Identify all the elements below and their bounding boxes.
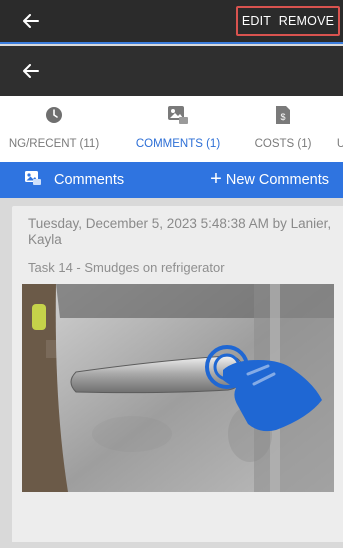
- comments-title-group: Comments: [24, 170, 124, 190]
- clock-icon: [45, 104, 63, 126]
- comment-card: Tuesday, December 5, 2023 5:48:38 AM by …: [12, 206, 343, 542]
- new-comments-label: New Comments: [225, 172, 329, 188]
- comments-toolbar: Comments + New Comments: [0, 162, 343, 198]
- back-arrow-icon[interactable]: [22, 62, 40, 80]
- secondary-app-bar: [0, 46, 343, 96]
- tab-label: U: [336, 138, 343, 150]
- tab-more[interactable]: U: [326, 96, 343, 162]
- plus-icon: +: [210, 168, 222, 190]
- tab-label: COSTS (1): [254, 138, 312, 150]
- tab-recent[interactable]: NG/RECENT (11): [0, 96, 116, 162]
- new-comments-button[interactable]: + New Comments: [210, 168, 329, 190]
- image-comment-icon: [167, 104, 189, 126]
- top-app-bar: EDIT REMOVE: [0, 0, 343, 44]
- remove-button[interactable]: REMOVE: [279, 14, 334, 28]
- receipt-dollar-icon: $: [275, 104, 291, 126]
- tab-label: NG/RECENT (11): [8, 138, 100, 150]
- tab-costs[interactable]: $ COSTS (1): [244, 96, 322, 162]
- tab-strip: NG/RECENT (11) COMMENTS (1) $ COSTS (1) …: [0, 96, 343, 162]
- comment-meta: Tuesday, December 5, 2023 5:48:38 AM by …: [28, 216, 332, 247]
- comment-task: Task 14 - Smudges on refrigerator: [28, 260, 225, 275]
- svg-text:$: $: [280, 112, 285, 122]
- image-icon: [24, 170, 42, 190]
- back-arrow-icon[interactable]: [22, 12, 40, 30]
- tab-label: COMMENTS (1): [135, 138, 221, 150]
- tab-comments[interactable]: COMMENTS (1): [126, 96, 230, 162]
- comments-title: Comments: [54, 172, 125, 188]
- comment-photo[interactable]: [22, 284, 334, 492]
- actions-highlight-box: EDIT REMOVE: [236, 6, 340, 36]
- edit-button[interactable]: EDIT: [242, 14, 271, 28]
